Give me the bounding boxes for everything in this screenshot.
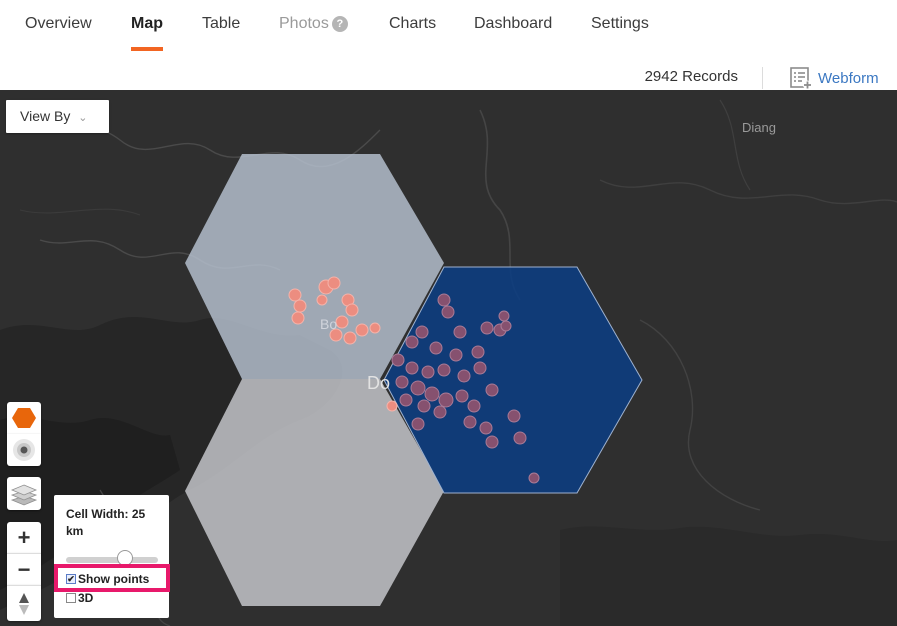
data-point xyxy=(316,294,328,306)
cell-width-slider[interactable] xyxy=(66,557,158,563)
data-point xyxy=(291,311,305,325)
place-label: Diang xyxy=(742,120,776,135)
tab-map[interactable]: Map xyxy=(131,15,163,51)
data-point xyxy=(395,375,409,389)
tab-label: Table xyxy=(202,15,241,32)
chevron-down-icon: ⌄ xyxy=(78,112,88,124)
webform-button[interactable]: Webform xyxy=(789,66,879,90)
layers-button[interactable] xyxy=(7,477,41,510)
data-point xyxy=(467,399,481,413)
plus-icon: + xyxy=(17,524,31,550)
data-point xyxy=(327,276,341,290)
view-by-dropdown[interactable]: View By ⌄ xyxy=(6,100,109,133)
data-point xyxy=(528,472,540,484)
data-point xyxy=(410,380,426,396)
data-point xyxy=(498,310,510,322)
cell-width-title: Cell Width: 25 km xyxy=(66,507,146,538)
compass-icon xyxy=(19,592,29,615)
tab-dashboard[interactable]: Dashboard xyxy=(474,15,552,33)
data-point xyxy=(417,399,431,413)
active-tab-indicator xyxy=(131,47,163,51)
data-point xyxy=(399,393,413,407)
tab-table[interactable]: Table xyxy=(202,15,240,33)
data-point xyxy=(480,321,494,335)
data-point xyxy=(463,415,477,429)
data-point xyxy=(429,341,443,355)
data-point xyxy=(513,431,527,445)
form-add-icon xyxy=(790,67,812,90)
tab-label: Settings xyxy=(591,15,649,32)
data-point xyxy=(507,409,521,423)
data-point xyxy=(415,325,429,339)
data-point xyxy=(438,392,454,408)
data-point xyxy=(355,323,369,337)
compass-button[interactable] xyxy=(7,585,41,621)
hexbin-mode-button[interactable] xyxy=(7,402,41,434)
data-point xyxy=(471,345,485,359)
tab-label: Photos xyxy=(279,15,329,32)
cell-width-panel: Cell Width: 25 km ✔ Show points 3D xyxy=(54,495,169,618)
tab-label: Charts xyxy=(389,15,437,32)
tab-charts[interactable]: Charts xyxy=(389,15,436,33)
data-point xyxy=(479,421,493,435)
data-point xyxy=(405,335,419,349)
data-point xyxy=(441,305,455,319)
divider xyxy=(762,67,763,89)
data-point xyxy=(421,365,435,379)
show-points-option[interactable]: ✔ Show points xyxy=(66,572,149,586)
layers-icon xyxy=(10,484,38,505)
data-point xyxy=(411,417,425,431)
data-point xyxy=(288,288,302,302)
data-point xyxy=(455,389,469,403)
data-point xyxy=(293,299,307,313)
3d-label: 3D xyxy=(78,591,94,605)
data-point xyxy=(433,405,447,419)
tab-overview[interactable]: Overview xyxy=(25,15,92,33)
data-point xyxy=(473,361,487,375)
data-point xyxy=(424,386,440,402)
data-point xyxy=(437,363,451,377)
view-by-label: View By xyxy=(20,108,71,124)
webform-label: Webform xyxy=(818,69,879,87)
data-point xyxy=(449,348,463,362)
data-point xyxy=(369,322,381,334)
slider-handle[interactable] xyxy=(117,550,133,566)
data-point xyxy=(453,325,467,339)
show-points-label: Show points xyxy=(78,572,150,586)
data-point xyxy=(437,293,451,307)
records-bar: 2942 Records Webform xyxy=(0,52,897,90)
data-point xyxy=(343,331,357,345)
heatmap-mode-button[interactable] xyxy=(7,434,41,466)
data-point xyxy=(500,320,512,332)
show-points-checkbox[interactable]: ✔ xyxy=(66,574,76,584)
zoom-in-button[interactable]: + xyxy=(7,522,41,553)
tab-settings[interactable]: Settings xyxy=(591,15,649,33)
place-label: Do xyxy=(367,373,391,393)
tab-label: Overview xyxy=(25,15,92,32)
data-point xyxy=(485,383,499,397)
data-point xyxy=(457,369,471,383)
place-label: Bo xyxy=(320,316,338,332)
data-point xyxy=(405,361,419,375)
data-point xyxy=(345,303,359,317)
data-point xyxy=(386,400,398,412)
data-point xyxy=(391,353,405,367)
tab-photos[interactable]: Photos? xyxy=(279,15,348,33)
tab-label: Dashboard xyxy=(474,15,553,32)
tab-label: Map xyxy=(131,15,163,32)
3d-option[interactable]: 3D xyxy=(66,591,93,605)
radial-target-icon xyxy=(13,439,35,461)
help-icon[interactable]: ? xyxy=(331,16,348,32)
data-point xyxy=(485,435,499,449)
minus-icon: − xyxy=(17,556,31,582)
data-point xyxy=(335,315,349,329)
hexagon-icon xyxy=(12,408,36,428)
records-count: 2942 Records xyxy=(644,68,738,85)
top-nav: Overview Map Table Photos? Charts Dashbo… xyxy=(0,0,897,52)
zoom-out-button[interactable]: − xyxy=(7,553,41,585)
3d-checkbox[interactable] xyxy=(66,593,76,603)
